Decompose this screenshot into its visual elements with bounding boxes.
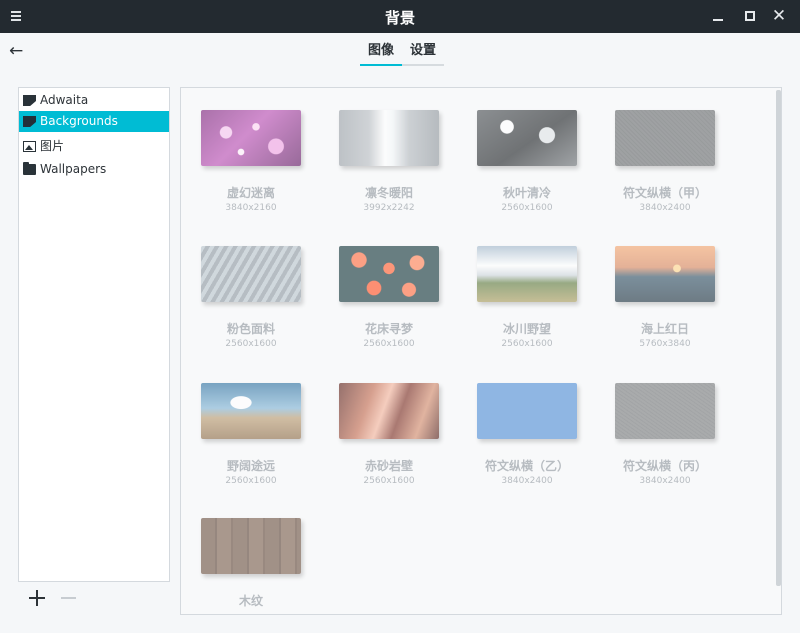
wallpaper-thumbnail — [201, 110, 301, 166]
wallpaper-item[interactable]: 冰川野望 2560x1600 — [467, 246, 587, 356]
wallpaper-thumbnail — [339, 110, 439, 166]
minimize-icon[interactable] — [708, 6, 728, 26]
wallpaper-resolution: 3840x2400 — [639, 203, 691, 213]
wallpaper-resolution: 3840x2400 — [501, 476, 553, 486]
wallpaper-thumbnail — [339, 246, 439, 302]
sidebar-item-label: 图片 — [40, 139, 65, 153]
view-tabs: 图像 设置 — [360, 40, 445, 66]
wallpaper-name: 粉色面料 — [226, 322, 275, 336]
wallpaper-name: 花床寻梦 — [364, 322, 413, 336]
wallpaper-name: 符文纵横（丙） — [622, 459, 707, 473]
sidebar-item-label: Adwaita — [40, 93, 89, 107]
title-bar: 背景 ✕ — [0, 0, 800, 33]
wallpaper-resolution: 2560x1600 — [363, 476, 415, 486]
tab-settings[interactable]: 设置 — [402, 40, 445, 66]
wallpaper-resolution: 2560x1600 — [225, 339, 277, 349]
wallpaper-resolution: 2560x1600 — [501, 339, 553, 349]
sidebar-item-label: Backgrounds — [40, 114, 118, 128]
wallpaper-name: 凛冬暖阳 — [364, 186, 413, 200]
wallpaper-item[interactable]: 秋叶清冷 2560x1600 — [467, 110, 587, 220]
wallpaper-name: 符文纵横（甲） — [622, 186, 707, 200]
gallery-scrollbar[interactable] — [776, 90, 781, 586]
theme-icon — [23, 116, 36, 127]
wallpaper-item[interactable]: 花床寻梦 2560x1600 — [329, 246, 449, 356]
folder-icon — [23, 162, 36, 175]
wallpaper-thumbnail — [201, 383, 301, 439]
wallpaper-name: 赤砂岩壁 — [364, 459, 413, 473]
wallpaper-resolution: 5760x3840 — [639, 339, 691, 349]
wallpaper-resolution: 3992x2242 — [363, 203, 415, 213]
sidebar-item-label: Wallpapers — [40, 162, 107, 176]
sidebar-item-pictures[interactable]: 图片 — [19, 136, 169, 157]
wallpaper-thumbnail — [201, 246, 301, 302]
tab-images[interactable]: 图像 — [360, 40, 403, 66]
wallpaper-name: 木纹 — [238, 594, 263, 608]
wallpaper-item[interactable]: 符文纵横（丙） 3840x2400 — [605, 383, 725, 493]
sidebar-item-wallpapers[interactable]: Wallpapers — [19, 159, 169, 180]
wallpaper-thumbnail — [615, 110, 715, 166]
wallpaper-gallery: 虚幻迷离 3840x2160 凛冬暖阳 3992x2242 秋叶清冷 2560x… — [180, 87, 782, 615]
wallpaper-thumbnail — [477, 110, 577, 166]
sidebar-item-adwaita[interactable]: Adwaita — [19, 90, 169, 111]
wallpaper-resolution: 3840x2160 — [225, 203, 277, 213]
wallpaper-item[interactable]: 虚幻迷离 3840x2160 — [191, 110, 311, 220]
wallpaper-thumbnail — [615, 246, 715, 302]
wallpaper-name: 秋叶清冷 — [502, 186, 551, 200]
add-source-button[interactable] — [28, 589, 46, 607]
remove-source-button[interactable] — [60, 589, 78, 607]
wallpaper-name: 虚幻迷离 — [226, 186, 275, 200]
wallpaper-item[interactable]: 木纹 — [191, 518, 311, 614]
wallpaper-name: 符文纵横（乙） — [484, 459, 569, 473]
wallpaper-item[interactable]: 符文纵横（乙） 3840x2400 — [467, 383, 587, 493]
wallpaper-resolution: 2560x1600 — [225, 476, 277, 486]
wallpaper-thumbnail — [477, 246, 577, 302]
wallpaper-resolution: 2560x1600 — [501, 203, 553, 213]
wallpaper-thumbnail — [615, 383, 715, 439]
wallpaper-name: 野阔途远 — [226, 459, 275, 473]
source-sidebar: Adwaita Backgrounds 图片 Wallpapers — [18, 87, 170, 582]
window-title: 背景 — [384, 9, 415, 27]
image-icon — [23, 141, 36, 152]
wallpaper-thumbnail — [339, 383, 439, 439]
wallpaper-item[interactable]: 符文纵横（甲） 3840x2400 — [605, 110, 725, 220]
wallpaper-resolution: 2560x1600 — [363, 339, 415, 349]
wallpaper-item[interactable]: 凛冬暖阳 3992x2242 — [329, 110, 449, 220]
wallpaper-thumbnail — [201, 518, 301, 574]
back-arrow-icon[interactable]: ← — [9, 42, 29, 60]
background-settings-window: 背景 ✕ ← 图像 设置 Adwaita Backgrounds 图片 Wall… — [0, 0, 800, 633]
wallpaper-name: 海上红日 — [640, 322, 689, 336]
wallpaper-item[interactable]: 野阔途远 2560x1600 — [191, 383, 311, 493]
wallpaper-name: 冰川野望 — [502, 322, 551, 336]
sidebar-item-backgrounds[interactable]: Backgrounds — [19, 111, 169, 132]
wallpaper-item[interactable]: 粉色面料 2560x1600 — [191, 246, 311, 356]
wallpaper-item[interactable]: 赤砂岩壁 2560x1600 — [329, 383, 449, 493]
close-icon[interactable]: ✕ — [769, 6, 789, 26]
wallpaper-resolution: 3840x2400 — [639, 476, 691, 486]
wallpaper-item[interactable]: 海上红日 5760x3840 — [605, 246, 725, 356]
theme-icon — [23, 95, 36, 106]
wallpaper-thumbnail — [477, 383, 577, 439]
maximize-icon[interactable] — [740, 6, 760, 26]
